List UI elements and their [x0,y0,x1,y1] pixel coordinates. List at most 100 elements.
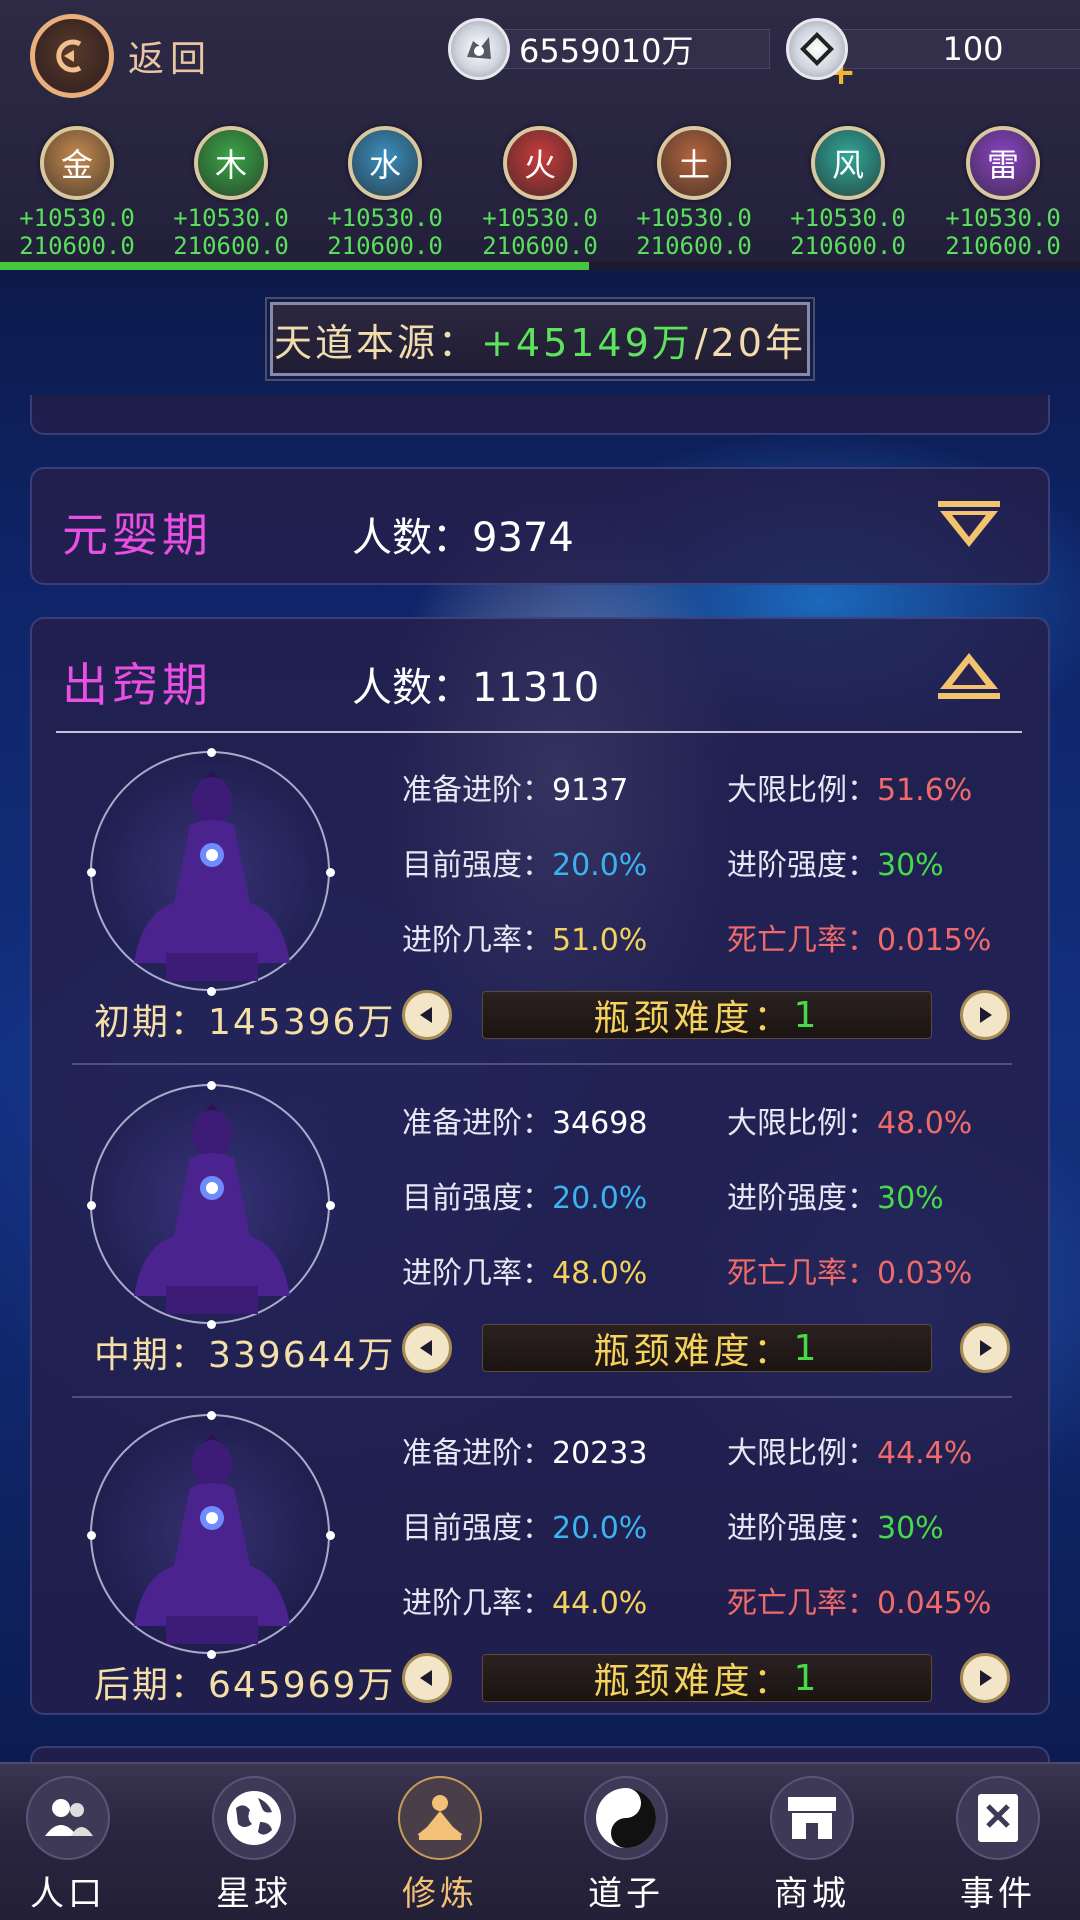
element-total: 210600.0 [173,232,289,260]
realm-header-divider [56,731,1022,733]
stage-divider [72,1063,1012,1065]
element-gain: +10530.0 [945,204,1061,232]
nav-shop[interactable]: 商城 [732,1776,892,1915]
shop-icon [770,1776,854,1860]
death-chance: 死亡几率：0.045% [727,1586,992,1621]
collapse-chevron-icon[interactable] [934,649,1004,701]
nav-planet[interactable]: 星球 [174,1776,334,1915]
element-item: 火 +10530.0 210600.0 [465,126,615,260]
lifespan-ratio: 大限比例：44.4% [727,1436,973,1471]
water-element-icon: 水 [348,126,422,200]
element-item: 木 +10530.0 210600.0 [156,126,306,260]
current-strength: 目前强度：20.0% [402,1181,648,1216]
gem-resource: + 100 [786,18,1080,93]
nav-label: 星球 [216,1874,292,1914]
cycle-progress-fill [0,262,589,270]
back-button[interactable]: 返回 [30,14,250,98]
element-item: 水 +10530.0 210600.0 [310,126,460,260]
death-chance: 死亡几率：0.015% [727,923,992,958]
difficulty-decrease-button[interactable] [402,990,452,1040]
nav-label: 事件 [960,1874,1036,1914]
gem-value: 100 [838,29,1080,69]
difficulty-decrease-button[interactable] [402,1323,452,1373]
stage-row: 初期：145396万 准备进阶：9137 大限比例：51.6% 目前强度：20.… [32,748,1052,1081]
back-label: 返回 [128,39,213,80]
cultivator-avatar [87,1411,335,1659]
advance-strength: 进阶强度：30% [727,848,944,883]
previous-realm-panel [30,395,1050,435]
spirit-stone-icon [448,18,510,80]
bottleneck-difficulty: 瓶颈难度： 1 [482,1654,932,1702]
left-arrow-icon [420,1340,432,1356]
right-arrow-icon [980,1007,992,1023]
bottom-nav: 人口 星球 修炼 道子 商城 事件 [0,1762,1080,1920]
element-gain: +10530.0 [327,204,443,232]
element-total: 210600.0 [945,232,1061,260]
current-strength: 目前强度：20.0% [402,848,648,883]
element-gain: +10530.0 [636,204,752,232]
advance-chance: 进阶几率：48.0% [402,1256,648,1291]
realm-count: 人数：9374 [352,515,574,561]
realm-name: 元婴期 [62,508,212,562]
difficulty-increase-button[interactable] [960,990,1010,1040]
element-gain: +10530.0 [19,204,135,232]
stage-population: 初期：145396万 [94,1002,396,1043]
nav-label: 修炼 [402,1874,478,1914]
advance-chance: 进阶几率：51.0% [402,923,648,958]
meditating-figure-icon [134,771,290,981]
bottleneck-difficulty: 瓶颈难度： 1 [482,1324,932,1372]
lifespan-ratio: 大限比例：48.0% [727,1106,973,1141]
wind-element-icon: 风 [811,126,885,200]
right-arrow-icon [980,1340,992,1356]
realm-count: 人数：11310 [352,665,600,711]
element-gain: +10530.0 [482,204,598,232]
back-arrow-icon [30,14,114,98]
cultivator-avatar [87,1081,335,1329]
heavenly-source-banner: 天道本源： +45149万 /20年 [265,297,815,381]
nav-population[interactable]: 人口 [0,1776,148,1915]
left-arrow-icon [420,1007,432,1023]
globe-icon [212,1776,296,1860]
advance-chance: 进阶几率：44.0% [402,1586,648,1621]
wood-element-icon: 木 [194,126,268,200]
death-chance: 死亡几率：0.03% [727,1256,973,1291]
prep-advance: 准备进阶：9137 [402,773,629,808]
element-total: 210600.0 [636,232,752,260]
realm-name: 出窍期 [62,658,212,712]
expand-chevron-icon[interactable] [934,499,1004,551]
difficulty-decrease-button[interactable] [402,1653,452,1703]
lifespan-ratio: 大限比例：51.6% [727,773,973,808]
yin-yang-icon [584,1776,668,1860]
advance-strength: 进阶强度：30% [727,1181,944,1216]
element-list: 金 +10530.0 210600.0 木 +10530.0 210600.0 … [0,126,1080,261]
stage-divider [72,1396,1012,1398]
bottleneck-difficulty: 瓶颈难度： 1 [482,991,932,1039]
people-icon [26,1776,110,1860]
stage-population: 后期：645969万 [94,1665,396,1706]
element-total: 210600.0 [790,232,906,260]
difficulty-increase-button[interactable] [960,1653,1010,1703]
metal-element-icon: 金 [40,126,114,200]
element-total: 210600.0 [482,232,598,260]
right-arrow-icon [980,1670,992,1686]
element-gain: +10530.0 [790,204,906,232]
element-total: 210600.0 [327,232,443,260]
element-item: 金 +10530.0 210600.0 [2,126,152,260]
nav-daozi[interactable]: 道子 [546,1776,706,1915]
prep-advance: 准备进阶：34698 [402,1106,648,1141]
nav-events[interactable]: 事件 [918,1776,1078,1915]
nav-cultivate[interactable]: 修炼 [360,1776,520,1915]
banner-label: 天道本源： [274,320,480,365]
difficulty-increase-button[interactable] [960,1323,1010,1373]
element-item: 雷 +10530.0 210600.0 [928,126,1078,260]
element-gain: +10530.0 [173,204,289,232]
left-arrow-icon [420,1670,432,1686]
top-bar: 返回 6559010万 + 100 金 +10530.0 210600.0 木 … [0,0,1080,265]
element-total: 210600.0 [19,232,135,260]
cultivator-avatar [87,748,335,996]
gem-icon [786,18,848,80]
current-strength: 目前强度：20.0% [402,1511,648,1546]
realm-panel-collapsed[interactable]: 元婴期 人数：9374 [30,467,1050,585]
prep-advance: 准备进阶：20233 [402,1436,648,1471]
nav-label: 道子 [588,1874,664,1914]
